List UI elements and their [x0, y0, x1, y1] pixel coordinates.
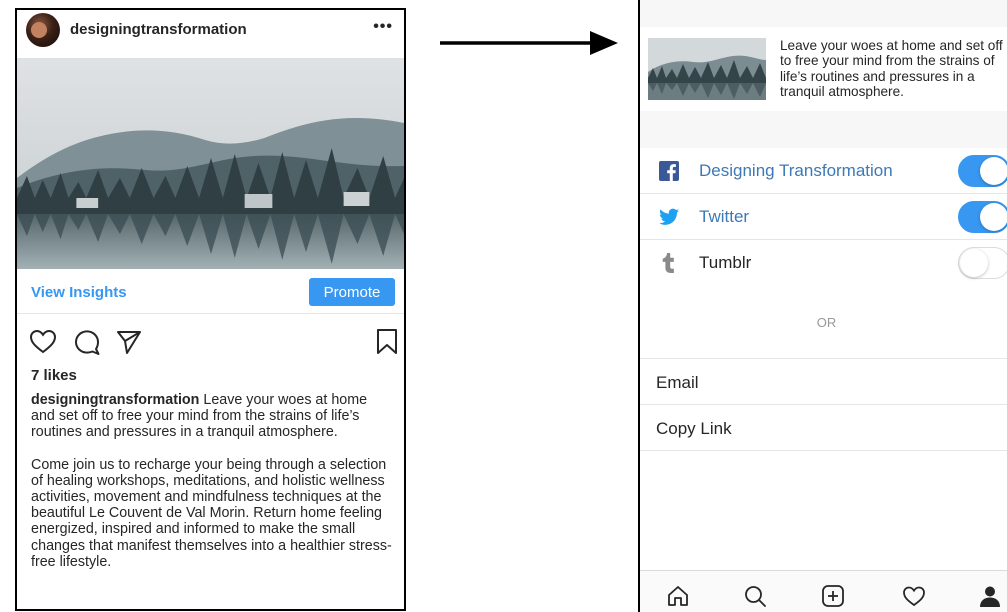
facebook-icon	[659, 161, 679, 181]
bookmark-icon[interactable]	[375, 328, 399, 356]
profile-icon[interactable]	[978, 584, 1002, 608]
post-image[interactable]	[17, 58, 404, 269]
home-icon[interactable]	[666, 584, 690, 608]
post-thumbnail	[648, 38, 766, 100]
view-insights-link[interactable]: View Insights	[31, 284, 127, 301]
add-post-icon[interactable]	[821, 584, 845, 608]
share-send-icon[interactable]	[115, 328, 143, 356]
insights-row: View Insights Promote	[17, 272, 404, 314]
likes-count[interactable]: 7 likes	[31, 367, 77, 384]
share-row-label: Twitter	[699, 207, 750, 226]
promote-button[interactable]: Promote	[309, 278, 395, 306]
activity-heart-icon[interactable]	[902, 584, 926, 608]
or-divider: OR	[640, 285, 1007, 359]
avatar[interactable]	[26, 13, 60, 47]
more-options-icon[interactable]: •••	[373, 18, 393, 36]
facebook-toggle[interactable]	[958, 155, 1007, 187]
post-caption: designingtransformation Leave your woes …	[31, 392, 393, 570]
share-row-twitter[interactable]: Twitter	[640, 194, 1007, 240]
or-label: OR	[816, 315, 837, 330]
instagram-post-screen: designingtransformation ••• View Insight…	[15, 8, 406, 611]
share-row-facebook[interactable]: Designing Transformation	[640, 148, 1007, 194]
email-option[interactable]: Email	[640, 359, 1007, 405]
twitter-toggle[interactable]	[958, 201, 1007, 233]
comment-icon[interactable]	[73, 328, 101, 356]
copy-link-label: Copy Link	[656, 419, 732, 438]
like-heart-icon[interactable]	[29, 328, 57, 356]
email-label: Email	[656, 373, 699, 392]
share-row-label: Designing Transformation	[699, 161, 893, 180]
caption-username[interactable]: designingtransformation	[31, 392, 199, 408]
arrow-right-icon	[440, 31, 618, 55]
caption-second-paragraph: Come join us to recharge your being thro…	[31, 456, 392, 570]
share-sheet-screen: Leave your woes at home and set off to f…	[638, 0, 1007, 612]
share-row-label: Tumblr	[699, 253, 752, 272]
share-preview-text: Leave your woes at home and set off to f…	[780, 38, 1003, 100]
post-actions	[17, 328, 404, 358]
tumblr-icon	[662, 253, 674, 273]
search-icon[interactable]	[743, 584, 767, 608]
share-preview: Leave your woes at home and set off to f…	[640, 27, 1007, 111]
section-gap	[640, 111, 1007, 148]
copy-link-option[interactable]: Copy Link	[640, 405, 1007, 451]
twitter-icon	[659, 208, 679, 225]
share-row-tumblr[interactable]: Tumblr	[640, 240, 1007, 286]
tumblr-toggle[interactable]	[958, 247, 1007, 279]
bottom-tab-bar	[640, 570, 1007, 612]
top-strip	[640, 0, 1007, 27]
post-username[interactable]: designingtransformation	[70, 21, 247, 38]
post-header: designingtransformation •••	[17, 10, 404, 54]
